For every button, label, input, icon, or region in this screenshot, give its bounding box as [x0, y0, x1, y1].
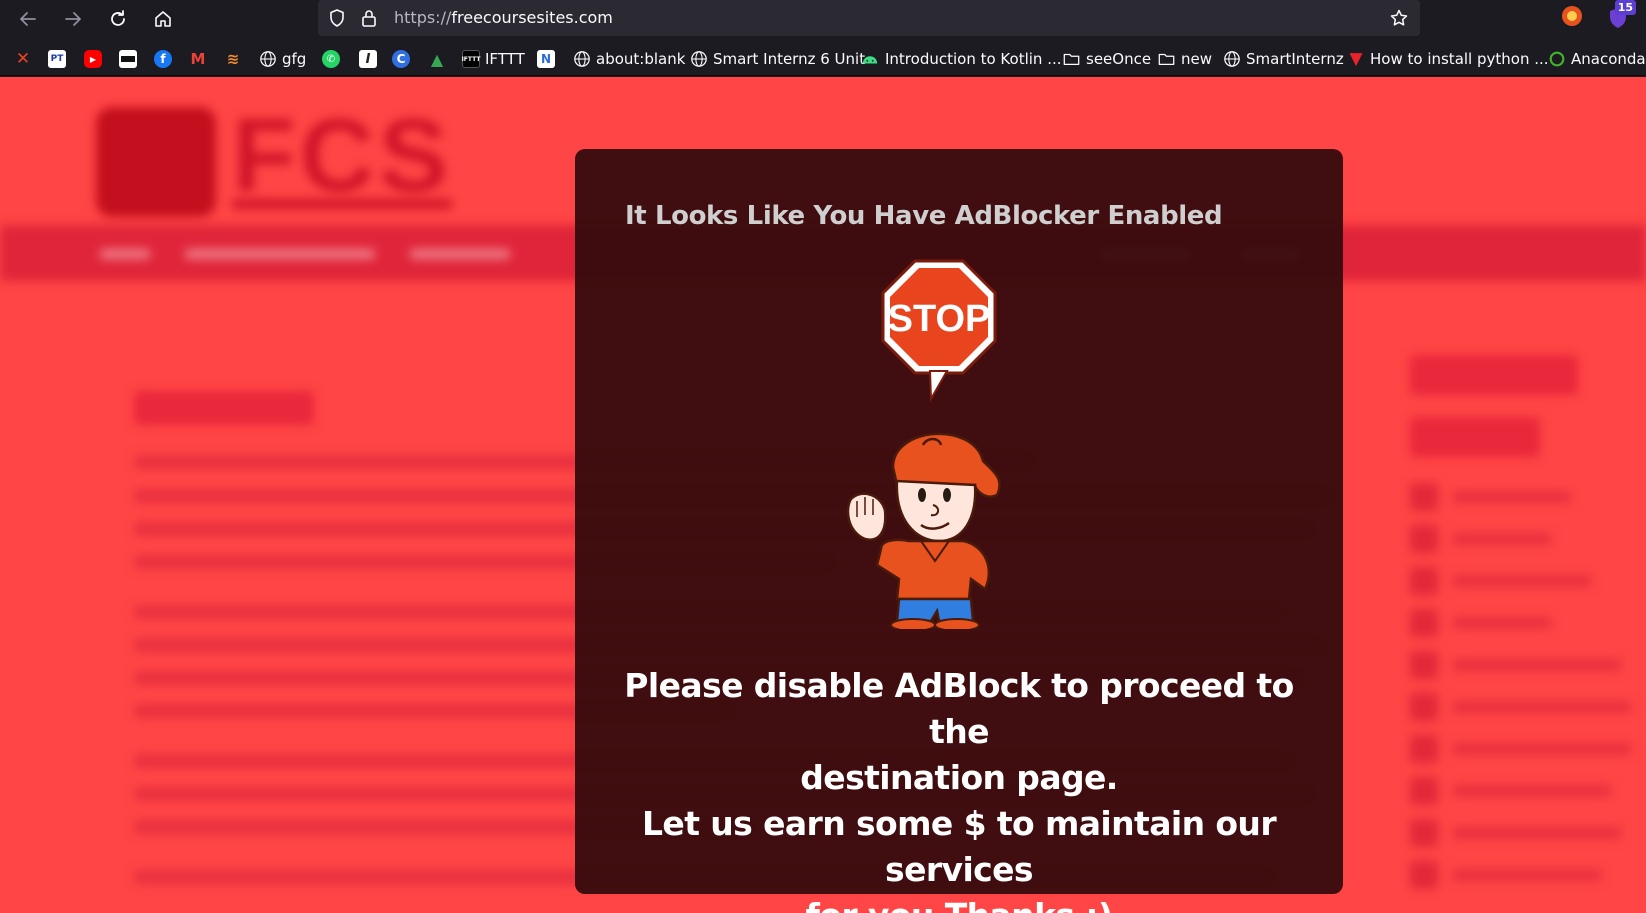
bookmark-layers[interactable]: ≋: [224, 47, 242, 71]
bookmark-notion[interactable]: N: [537, 47, 555, 71]
bookmark-gmail[interactable]: M: [189, 47, 207, 71]
stop-sign-text: STOP: [888, 298, 991, 340]
bookmark-label: SmartInternz: [1246, 50, 1344, 68]
v-logo-icon: ▼: [1349, 49, 1363, 69]
modal-message-line: Please disable AdBlock to proceed to the: [624, 666, 1294, 751]
url-bar[interactable]: https://freecoursesites.com: [318, 0, 1420, 36]
bookmark-ifttt[interactable]: IFTTT IFTTT: [462, 47, 525, 71]
bookmark-kotlin[interactable]: Introduction to Kotlin ...: [860, 47, 1062, 71]
drive-icon: ▲: [430, 49, 444, 69]
globe-icon: [691, 51, 707, 67]
globe-icon: [260, 51, 276, 67]
extension-shield-button[interactable]: 15: [1606, 0, 1636, 30]
layers-icon: ≋: [226, 50, 240, 68]
notion-n-icon: N: [537, 50, 555, 68]
sidebar-pill-2: [1410, 417, 1540, 457]
modal-message: Please disable AdBlock to proceed to the…: [595, 663, 1323, 913]
youtube-icon: ▶: [84, 50, 102, 68]
bookmark-smart-internz-6[interactable]: Smart Internz 6 Unit: [690, 47, 865, 71]
bookmark-label: about:blank: [596, 50, 686, 68]
bookmark-label: Smart Internz 6 Unit: [713, 50, 866, 68]
extension-fox-icon[interactable]: [1560, 4, 1584, 28]
bookmark-drive[interactable]: ▲: [428, 47, 446, 71]
url-host: freecoursesites.com: [451, 8, 613, 27]
globe-icon: [1224, 51, 1240, 67]
back-arrow-icon: [20, 12, 36, 26]
modal-message-line: Let us earn some $ to maintain our servi…: [642, 804, 1277, 889]
android-icon: [862, 56, 878, 64]
bookmark-pt[interactable]: PT: [48, 47, 66, 71]
bookmark-label: new: [1181, 50, 1213, 68]
bookmark-label: gfg: [282, 50, 307, 68]
bookmark-italic[interactable]: I: [359, 47, 377, 71]
bookmark-whatsapp[interactable]: ✆: [322, 47, 340, 71]
anaconda-icon: [1549, 51, 1565, 67]
bookmark-new[interactable]: new: [1157, 47, 1212, 71]
url-text[interactable]: https://freecoursesites.com: [394, 8, 613, 27]
url-protocol: https://: [394, 8, 452, 27]
bookmark-about-blank[interactable]: about:blank: [573, 47, 685, 71]
folder-icon: [1063, 53, 1080, 66]
ifttt-icon: IFTTT: [462, 50, 480, 68]
globe-icon: [574, 51, 590, 67]
bookmark-gfg[interactable]: gfg: [259, 47, 306, 71]
bookmark-label: seeOnce: [1086, 50, 1152, 68]
bookmark-anaconda[interactable]: Anaconda: [1548, 47, 1646, 71]
bookmark-install-python[interactable]: ▼ How to install python ...: [1347, 47, 1549, 71]
pt-icon: PT: [48, 50, 66, 68]
home-icon: [155, 11, 171, 27]
bookmark-label: Introduction to Kotlin ...: [885, 50, 1062, 68]
italic-i-icon: I: [359, 50, 377, 68]
home-button[interactable]: [147, 3, 179, 35]
back-button[interactable]: [12, 3, 44, 35]
modal-title: It Looks Like You Have AdBlocker Enabled: [625, 201, 1223, 231]
bookmark-facebook[interactable]: f: [154, 47, 172, 71]
canva-icon: C: [392, 50, 410, 68]
gmail-icon: M: [190, 50, 206, 68]
lock-icon[interactable]: [358, 7, 380, 29]
bookmark-label: Anaconda: [1571, 50, 1646, 68]
extension-badge-count: 15: [1614, 0, 1636, 15]
tracking-shield-icon[interactable]: [326, 7, 348, 29]
stop-boy-illustration: STOP: [846, 259, 1001, 629]
bookmark-app[interactable]: [119, 47, 137, 71]
reload-button[interactable]: [102, 3, 134, 35]
forward-arrow-icon: [65, 12, 81, 26]
bookmark-label: IFTTT: [485, 50, 525, 68]
bookmark-label: How to install python ...: [1370, 50, 1549, 68]
x-icon: ✕: [15, 49, 31, 69]
folder-icon: [1158, 53, 1175, 66]
facebook-icon: f: [154, 50, 172, 68]
bookmark-star-icon[interactable]: [1388, 7, 1410, 29]
sidebar-pill-1: [1410, 355, 1578, 395]
bookmarks-toolbar: ✕ PT ▶ f M ≋ gfg ✆ I C ▲ IFTTT IFTTT N ab…: [0, 42, 1646, 76]
modal-message-line: for you Thanks :): [595, 893, 1323, 913]
content-heading-pill: [134, 391, 314, 425]
forward-button[interactable]: [57, 3, 89, 35]
whatsapp-icon: ✆: [322, 50, 340, 68]
bookmark-seeonce[interactable]: seeOnce: [1062, 47, 1151, 71]
stop-sign-icon: STOP: [881, 259, 997, 403]
browser-toolbar: https://freecoursesites.com 15: [0, 0, 1646, 38]
site-logo-tagline: [232, 199, 452, 209]
bookmark-youtube[interactable]: ▶: [84, 47, 102, 71]
adblock-modal: It Looks Like You Have AdBlocker Enabled…: [575, 149, 1343, 913]
bookmark-canva[interactable]: C: [392, 47, 410, 71]
app-icon: [119, 50, 137, 68]
bookmark-x[interactable]: ✕: [14, 47, 32, 71]
modal-message-line: destination page.: [800, 758, 1118, 797]
bookmark-smartinternz[interactable]: SmartInternz: [1223, 47, 1344, 71]
site-logo-mark: [96, 107, 216, 217]
reload-icon: [111, 10, 125, 26]
